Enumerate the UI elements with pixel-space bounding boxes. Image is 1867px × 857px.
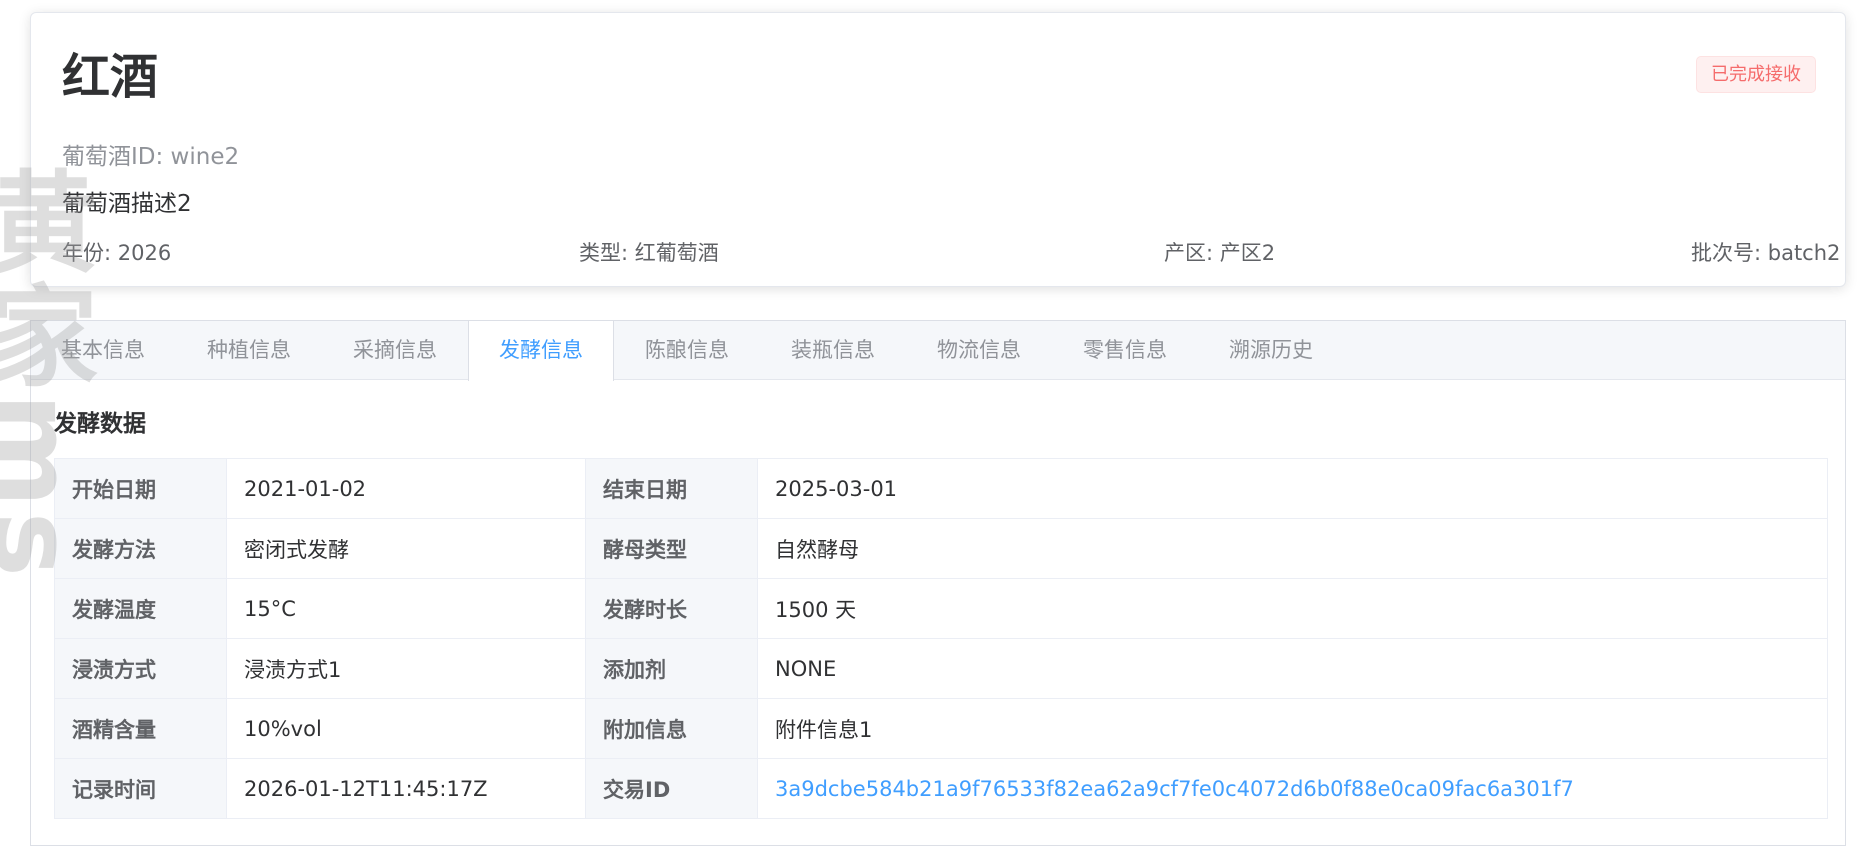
label-end-date: 结束日期 (585, 458, 758, 519)
tab-trace-history[interactable]: 溯源历史 (1229, 321, 1313, 380)
table-row: 酒精含量 10%vol 附加信息 附件信息1 (54, 698, 1828, 759)
label-yeast-type: 酵母类型 (585, 518, 758, 579)
page-title: 红酒 (62, 49, 159, 105)
tab-logistics-info[interactable]: 物流信息 (937, 321, 1021, 380)
tab-bar: 基本信息 种植信息 采摘信息 发酵信息 陈酿信息 装瓶信息 物流信息 零售信息 … (31, 321, 1845, 381)
table-row: 开始日期 2021-01-02 结束日期 2025-03-01 (54, 458, 1828, 519)
table-row: 发酵温度 15°C 发酵时长 1500 天 (54, 578, 1828, 639)
value-fermentation-temp: 15°C (226, 578, 586, 639)
value-fermentation-method: 密闭式发酵 (226, 518, 586, 579)
wine-header-card: 红酒 已完成接收 葡萄酒ID: wine2 葡萄酒描述2 年份: 2026 类型… (30, 12, 1846, 287)
value-yeast-type: 自然酵母 (757, 518, 1828, 579)
tab-fermentation-info[interactable]: 发酵信息 (468, 321, 614, 381)
tab-retail-info[interactable]: 零售信息 (1083, 321, 1167, 380)
tabs-card: 基本信息 种植信息 采摘信息 发酵信息 陈酿信息 装瓶信息 物流信息 零售信息 … (30, 320, 1846, 846)
tab-harvest-info[interactable]: 采摘信息 (353, 321, 437, 380)
tab-planting-info[interactable]: 种植信息 (207, 321, 291, 380)
value-record-time: 2026-01-12T11:45:17Z (226, 758, 586, 819)
label-start-date: 开始日期 (54, 458, 227, 519)
label-fermentation-method: 发酵方法 (54, 518, 227, 579)
fermentation-table: 开始日期 2021-01-02 结束日期 2025-03-01 发酵方法 密闭式… (54, 458, 1828, 819)
label-transaction-id: 交易ID (585, 758, 758, 819)
tab-bottling-info[interactable]: 装瓶信息 (791, 321, 875, 380)
label-alcohol-content: 酒精含量 (54, 698, 227, 759)
label-maceration-method: 浸渍方式 (54, 638, 227, 699)
value-maceration-method: 浸渍方式1 (226, 638, 586, 699)
page: 红酒 已完成接收 葡萄酒ID: wine2 葡萄酒描述2 年份: 2026 类型… (0, 0, 1867, 857)
meta-year: 年份: 2026 (62, 241, 172, 265)
table-row: 浸渍方式 浸渍方式1 添加剂 NONE (54, 638, 1828, 699)
label-additives: 添加剂 (585, 638, 758, 699)
label-extra-info: 附加信息 (585, 698, 758, 759)
transaction-id-link[interactable]: 3a9dcbe584b21a9f76533f82ea62a9cf7fe0c407… (757, 758, 1828, 819)
wine-meta-row: 年份: 2026 类型: 红葡萄酒 产区: 产区2 批次号: batch2 (62, 237, 1840, 267)
label-fermentation-duration: 发酵时长 (585, 578, 758, 639)
table-row: 记录时间 2026-01-12T11:45:17Z 交易ID 3a9dcbe58… (54, 758, 1828, 819)
value-additives: NONE (757, 638, 1828, 699)
value-start-date: 2021-01-02 (226, 458, 586, 519)
section-title: 发酵数据 (54, 411, 146, 437)
wine-id: 葡萄酒ID: wine2 (62, 144, 240, 170)
value-alcohol-content: 10%vol (226, 698, 586, 759)
table-row: 发酵方法 密闭式发酵 酵母类型 自然酵母 (54, 518, 1828, 579)
meta-origin: 产区: 产区2 (1164, 241, 1276, 265)
label-record-time: 记录时间 (54, 758, 227, 819)
value-extra-info: 附件信息1 (757, 698, 1828, 759)
meta-type: 类型: 红葡萄酒 (579, 241, 719, 265)
meta-batch: 批次号: batch2 (1691, 241, 1841, 265)
tab-basic-info[interactable]: 基本信息 (61, 321, 145, 380)
value-fermentation-duration: 1500 天 (757, 578, 1828, 639)
wine-description: 葡萄酒描述2 (62, 191, 192, 217)
status-badge: 已完成接收 (1696, 56, 1816, 93)
label-fermentation-temp: 发酵温度 (54, 578, 227, 639)
value-end-date: 2025-03-01 (757, 458, 1828, 519)
tab-aging-info[interactable]: 陈酿信息 (645, 321, 729, 380)
